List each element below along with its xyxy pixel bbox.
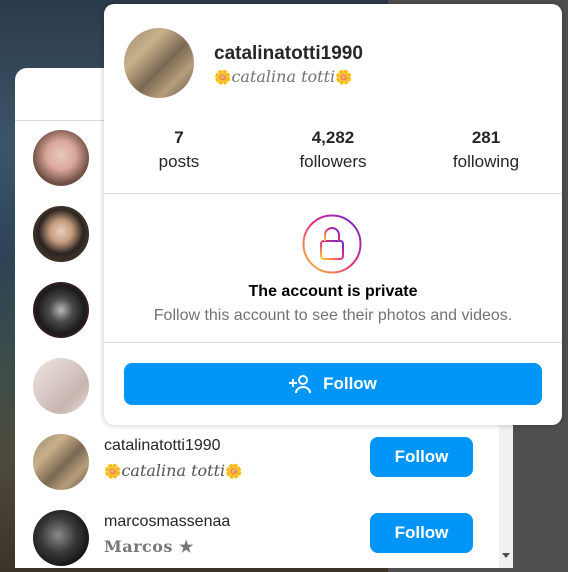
- stat-following[interactable]: 281 following: [421, 128, 551, 172]
- flower-icon: 🌼: [335, 70, 353, 86]
- lock-icon: [302, 214, 362, 274]
- stat-label: following: [452, 152, 520, 171]
- stat-posts: 7 posts: [114, 128, 244, 172]
- avatar[interactable]: [33, 510, 89, 566]
- list-item-username[interactable]: marcosmassenaa: [104, 513, 230, 531]
- stat-followers[interactable]: 4,282 followers: [268, 128, 398, 172]
- list-item[interactable]: marcosmassenaa Marcos ★ Follow: [15, 500, 499, 568]
- profile-avatar[interactable]: [124, 28, 194, 98]
- stat-value: 281: [471, 128, 501, 147]
- divider: [104, 193, 562, 194]
- profile-full-name-text: catalina totti: [231, 67, 336, 86]
- scroll-down-arrow-icon[interactable]: [502, 553, 510, 558]
- flower-icon: 🌼: [214, 70, 232, 86]
- avatar[interactable]: [33, 130, 89, 186]
- follow-button[interactable]: Follow: [370, 437, 473, 477]
- avatar[interactable]: [33, 434, 89, 490]
- divider: [104, 342, 562, 343]
- flower-icon: 🌼: [104, 464, 122, 480]
- follow-button-label: Follow: [323, 374, 377, 393]
- stat-label: posts: [158, 152, 200, 171]
- private-account-title: The account is private: [248, 283, 418, 300]
- stat-value: 4,282: [311, 128, 355, 147]
- avatar[interactable]: [33, 282, 89, 338]
- list-item-fullname: Marcos ★: [104, 537, 194, 556]
- private-account-subtitle: Follow this account to see their photos …: [153, 307, 513, 324]
- follow-button[interactable]: Follow: [124, 363, 542, 405]
- stat-value: 7: [174, 128, 184, 147]
- list-item[interactable]: catalinatotti1990 🌼catalina totti🌼 Follo…: [15, 424, 499, 500]
- list-item-username[interactable]: catalinatotti1990: [104, 437, 221, 455]
- list-item-fullname: 🌼catalina totti🌼: [104, 461, 243, 480]
- flower-icon: 🌼: [225, 464, 243, 480]
- list-item-fullname-text: catalina totti: [121, 461, 226, 480]
- follow-button[interactable]: Follow: [370, 513, 473, 553]
- profile-full-name: 🌼catalina totti🌼: [214, 67, 353, 86]
- add-user-icon: [289, 375, 312, 394]
- profile-username[interactable]: catalinatotti1990: [214, 43, 363, 65]
- stat-label: followers: [299, 152, 367, 171]
- avatar[interactable]: [33, 206, 89, 262]
- profile-hover-card: catalinatotti1990 🌼catalina totti🌼 7 pos…: [104, 4, 562, 425]
- avatar[interactable]: [33, 358, 89, 414]
